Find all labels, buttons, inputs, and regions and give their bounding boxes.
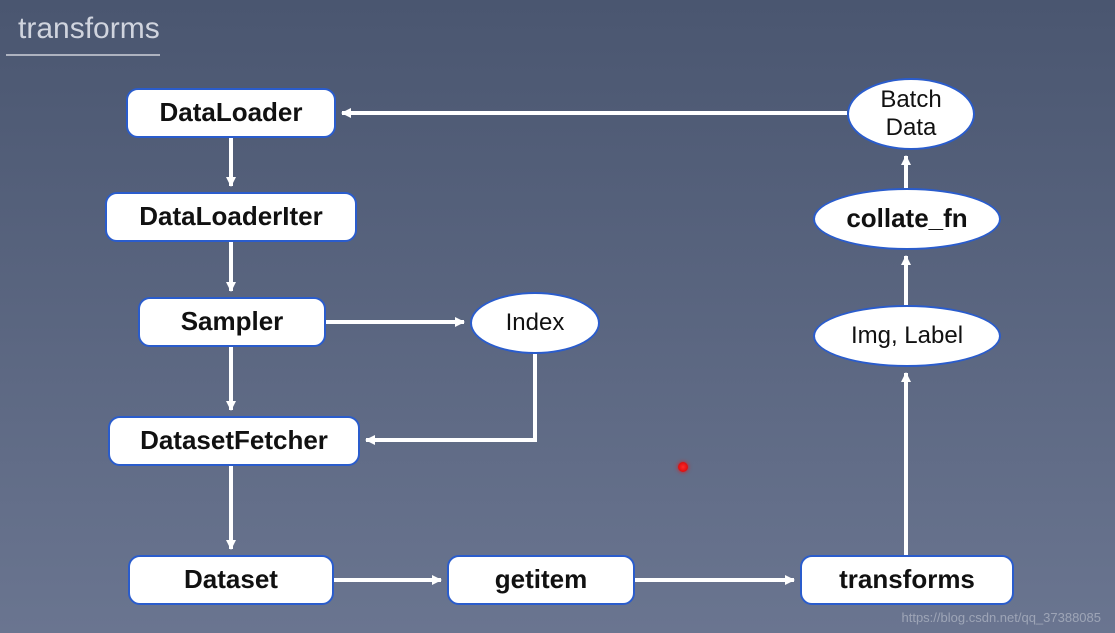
node-datasetfetcher: DatasetFetcher <box>108 416 360 466</box>
node-index: Index <box>470 292 600 354</box>
title-underline <box>6 54 160 56</box>
node-dataloaderiter: DataLoaderIter <box>105 192 357 242</box>
laser-pointer-dot <box>678 462 688 472</box>
node-batchdata: Batch Data <box>847 78 975 150</box>
node-dataset: Dataset <box>128 555 334 605</box>
page-title: transforms <box>18 12 160 46</box>
watermark: https://blog.csdn.net/qq_37388085 <box>902 610 1102 625</box>
node-dataloader: DataLoader <box>126 88 336 138</box>
node-sampler: Sampler <box>138 297 326 347</box>
node-getitem: getitem <box>447 555 635 605</box>
node-collate-fn: collate_fn <box>813 188 1001 250</box>
node-imglabel: Img, Label <box>813 305 1001 367</box>
node-transforms: transforms <box>800 555 1014 605</box>
